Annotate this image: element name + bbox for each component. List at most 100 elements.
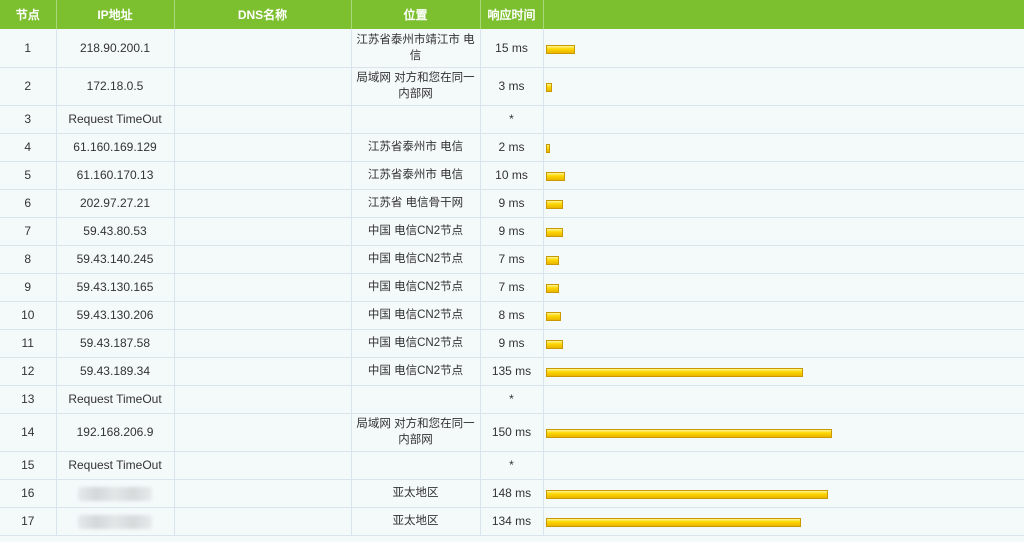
table-row: 7 59.43.80.53 中国 电信CN2节点 9 ms xyxy=(0,217,1024,246)
header-dns: DNS名称 xyxy=(174,0,352,29)
dns-cell xyxy=(174,189,352,218)
latency-bar xyxy=(545,518,801,527)
latency-bar xyxy=(545,228,563,237)
location-cell: 江苏省泰州市靖江市 电信 xyxy=(351,29,481,68)
time-cell: * xyxy=(480,451,544,480)
hop-cell: 3 xyxy=(0,105,57,134)
table-header-row: 节点 IP地址 DNS名称 位置 响应时间 xyxy=(0,0,1024,29)
ip-cell: 59.43.189.34 xyxy=(56,357,175,386)
bar-cell xyxy=(543,479,1024,508)
time-cell: * xyxy=(480,105,544,134)
location-cell: 中国 电信CN2节点 xyxy=(351,357,481,386)
bar-cell xyxy=(543,357,1024,386)
hop-cell: 7 xyxy=(0,217,57,246)
table-row: 12 59.43.189.34 中国 电信CN2节点 135 ms xyxy=(0,357,1024,386)
time-cell: 134 ms xyxy=(480,507,544,536)
bar-cell xyxy=(543,329,1024,358)
latency-bar xyxy=(545,284,559,293)
location-cell xyxy=(351,451,481,480)
ip-cell: 192.168.206.9 xyxy=(56,413,175,452)
dns-cell xyxy=(174,451,352,480)
dns-cell xyxy=(174,67,352,106)
header-hop: 节点 xyxy=(0,0,57,29)
ip-cell: 59.43.187.58 xyxy=(56,329,175,358)
ip-cell: Request TimeOut xyxy=(56,105,175,134)
latency-bar xyxy=(545,44,575,54)
ip-cell: 59.43.140.245 xyxy=(56,245,175,274)
time-cell: 148 ms xyxy=(480,479,544,508)
location-cell: 亚太地区 xyxy=(351,479,481,508)
hop-cell: 11 xyxy=(0,329,57,358)
ip-cell xyxy=(56,507,175,536)
header-ip: IP地址 xyxy=(56,0,175,29)
dns-cell xyxy=(174,217,352,246)
time-cell: 2 ms xyxy=(480,133,544,162)
dns-cell xyxy=(174,245,352,274)
dns-cell xyxy=(174,301,352,330)
location-cell: 中国 电信CN2节点 xyxy=(351,217,481,246)
bar-cell xyxy=(543,29,1024,68)
bar-cell xyxy=(543,161,1024,190)
bar-cell xyxy=(543,189,1024,218)
table-row: 2 172.18.0.5 局域网 对方和您在同一内部网 3 ms xyxy=(0,67,1024,106)
latency-bar xyxy=(545,312,561,321)
traceroute-table: 节点 IP地址 DNS名称 位置 响应时间 1 218.90.200.1 江苏省泰州… xyxy=(0,0,1024,536)
ip-cell: 61.160.170.13 xyxy=(56,161,175,190)
time-cell: 135 ms xyxy=(480,357,544,386)
hop-cell: 2 xyxy=(0,67,57,106)
latency-bar xyxy=(545,83,552,92)
ip-cell: 61.160.169.129 xyxy=(56,133,175,162)
time-cell: 15 ms xyxy=(480,29,544,68)
time-cell: * xyxy=(480,385,544,414)
hop-cell: 5 xyxy=(0,161,57,190)
bar-cell xyxy=(543,105,1024,134)
table-row: 9 59.43.130.165 中国 电信CN2节点 7 ms xyxy=(0,273,1024,302)
table-row: 15 Request TimeOut * xyxy=(0,451,1024,480)
table-row: 3 Request TimeOut * xyxy=(0,105,1024,134)
dns-cell xyxy=(174,357,352,386)
table-row: 17 亚太地区 134 ms xyxy=(0,507,1024,536)
time-cell: 8 ms xyxy=(480,301,544,330)
location-cell xyxy=(351,385,481,414)
location-cell xyxy=(351,105,481,134)
header-time: 响应时间 xyxy=(480,0,544,29)
table-row: 8 59.43.140.245 中国 电信CN2节点 7 ms xyxy=(0,245,1024,274)
dns-cell xyxy=(174,413,352,452)
ip-cell: Request TimeOut xyxy=(56,385,175,414)
latency-bar xyxy=(545,200,563,209)
ip-cell: 59.43.80.53 xyxy=(56,217,175,246)
time-cell: 9 ms xyxy=(480,189,544,218)
bar-cell xyxy=(543,451,1024,480)
table-row: 10 59.43.130.206 中国 电信CN2节点 8 ms xyxy=(0,301,1024,330)
bar-cell xyxy=(543,273,1024,302)
location-cell: 局域网 对方和您在同一内部网 xyxy=(351,67,481,106)
dns-cell xyxy=(174,273,352,302)
dns-cell xyxy=(174,105,352,134)
bar-cell xyxy=(543,507,1024,536)
time-cell: 7 ms xyxy=(480,245,544,274)
time-cell: 10 ms xyxy=(480,161,544,190)
time-cell: 3 ms xyxy=(480,67,544,106)
bar-cell xyxy=(543,245,1024,274)
table-row: 11 59.43.187.58 中国 电信CN2节点 9 ms xyxy=(0,329,1024,358)
table-body: 1 218.90.200.1 江苏省泰州市靖江市 电信 15 ms 2 172.18.0.… xyxy=(0,29,1024,536)
ip-cell: 59.43.130.165 xyxy=(56,273,175,302)
hop-cell: 9 xyxy=(0,273,57,302)
ip-cell xyxy=(56,479,175,508)
table-row: 16 亚太地区 148 ms xyxy=(0,479,1024,508)
hop-cell: 10 xyxy=(0,301,57,330)
location-cell: 中国 电信CN2节点 xyxy=(351,245,481,274)
location-cell: 江苏省 电信骨干网 xyxy=(351,189,481,218)
table-row: 5 61.160.170.13 江苏省泰州市 电信 10 ms xyxy=(0,161,1024,190)
location-cell: 中国 电信CN2节点 xyxy=(351,301,481,330)
location-cell: 江苏省泰州市 电信 xyxy=(351,161,481,190)
ip-cell: 218.90.200.1 xyxy=(56,29,175,68)
hop-cell: 8 xyxy=(0,245,57,274)
ip-cell: 172.18.0.5 xyxy=(56,67,175,106)
table-row: 4 61.160.169.129 江苏省泰州市 电信 2 ms xyxy=(0,133,1024,162)
dns-cell xyxy=(174,385,352,414)
bar-cell xyxy=(543,133,1024,162)
bar-cell xyxy=(543,217,1024,246)
table-row: 6 202.97.27.21 江苏省 电信骨干网 9 ms xyxy=(0,189,1024,218)
header-bar xyxy=(543,0,1024,29)
